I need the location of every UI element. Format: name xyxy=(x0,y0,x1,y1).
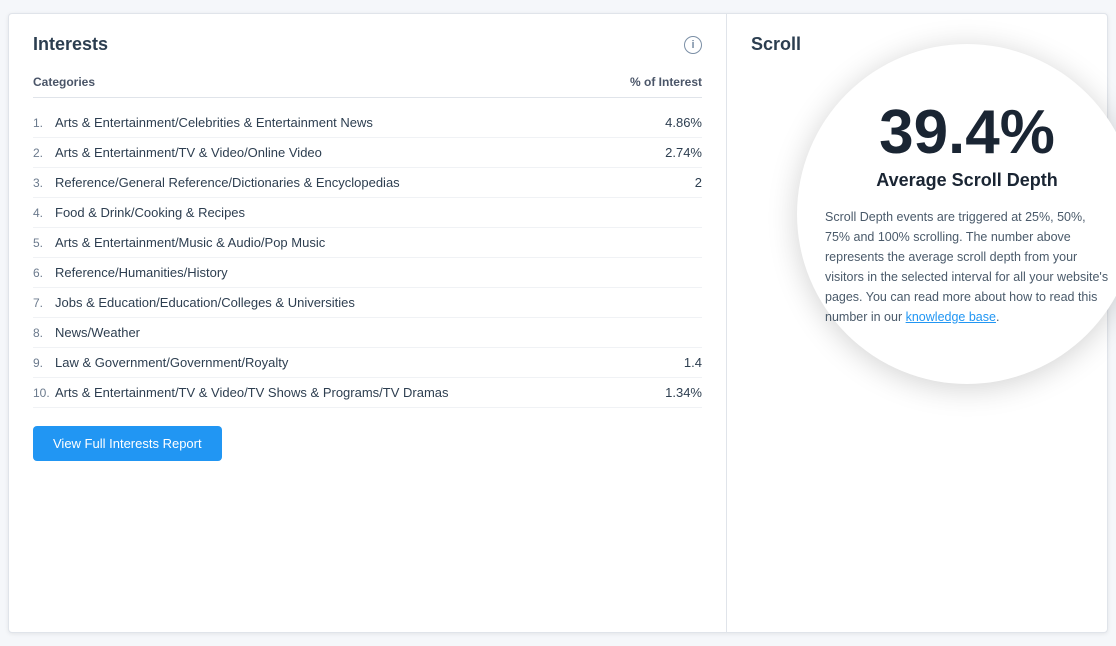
row-category-name: Reference/General Reference/Dictionaries… xyxy=(55,175,400,190)
description-text-1: Scroll Depth events are triggered at 25%… xyxy=(825,210,1108,324)
row-number: 8. xyxy=(33,326,55,340)
row-category-name: Arts & Entertainment/TV & Video/Online V… xyxy=(55,145,322,160)
row-category-name: News/Weather xyxy=(55,325,140,340)
row-number: 1. xyxy=(33,116,55,130)
interests-title: Interests xyxy=(33,34,108,55)
col-percent-header: % of Interest xyxy=(612,75,702,89)
row-category-name: Arts & Entertainment/TV & Video/TV Shows… xyxy=(55,385,449,400)
table-header: Categories % of Interest xyxy=(33,75,702,98)
scroll-panel: Scroll 39.4% Average Scroll Depth Scroll… xyxy=(727,14,1107,632)
table-row: 8. News/Weather xyxy=(33,318,702,348)
table-row: 6. Reference/Humanities/History xyxy=(33,258,702,288)
row-category-name: Arts & Entertainment/Celebrities & Enter… xyxy=(55,115,373,130)
interests-panel: Interests i Categories % of Interest 1. … xyxy=(9,14,727,632)
table-row: 3. Reference/General Reference/Dictionar… xyxy=(33,168,702,198)
row-percent: 2 xyxy=(642,175,702,190)
row-percent: 1.34% xyxy=(642,385,702,400)
row-category-name: Arts & Entertainment/Music & Audio/Pop M… xyxy=(55,235,325,250)
row-category-name: Reference/Humanities/History xyxy=(55,265,228,280)
main-container: Interests i Categories % of Interest 1. … xyxy=(8,13,1108,633)
table-row: 5. Arts & Entertainment/Music & Audio/Po… xyxy=(33,228,702,258)
average-scroll-depth-value: 39.4% xyxy=(879,102,1055,164)
interests-panel-header: Interests i xyxy=(33,34,702,55)
row-number: 9. xyxy=(33,356,55,370)
table-row: 10. Arts & Entertainment/TV & Video/TV S… xyxy=(33,378,702,408)
scroll-depth-description: Scroll Depth events are triggered at 25%… xyxy=(825,207,1109,327)
view-full-interests-report-button[interactable]: View Full Interests Report xyxy=(33,426,222,461)
interests-info-icon[interactable]: i xyxy=(684,36,702,54)
row-number: 7. xyxy=(33,296,55,310)
row-category-name: Jobs & Education/Education/Colleges & Un… xyxy=(55,295,355,310)
row-percent: 1.4 xyxy=(642,355,702,370)
knowledge-base-link[interactable]: knowledge base xyxy=(906,310,996,324)
row-category-name: Law & Government/Government/Royalty xyxy=(55,355,288,370)
description-text-2: . xyxy=(996,310,999,324)
row-percent: 2.74% xyxy=(642,145,702,160)
row-number: 6. xyxy=(33,266,55,280)
row-number: 2. xyxy=(33,146,55,160)
table-row: 1. Arts & Entertainment/Celebrities & En… xyxy=(33,108,702,138)
interests-table-body: 1. Arts & Entertainment/Celebrities & En… xyxy=(33,108,702,408)
row-category-name: Food & Drink/Cooking & Recipes xyxy=(55,205,245,220)
scroll-depth-circle: 39.4% Average Scroll Depth Scroll Depth … xyxy=(797,44,1116,384)
row-number: 10. xyxy=(33,386,55,400)
table-row: 2. Arts & Entertainment/TV & Video/Onlin… xyxy=(33,138,702,168)
table-row: 7. Jobs & Education/Education/Colleges &… xyxy=(33,288,702,318)
row-number: 4. xyxy=(33,206,55,220)
row-percent: 4.86% xyxy=(642,115,702,130)
table-row: 4. Food & Drink/Cooking & Recipes xyxy=(33,198,702,228)
average-scroll-depth-label: Average Scroll Depth xyxy=(876,170,1057,191)
table-row: 9. Law & Government/Government/Royalty 1… xyxy=(33,348,702,378)
col-category-header: Categories xyxy=(33,75,612,89)
row-number: 3. xyxy=(33,176,55,190)
row-number: 5. xyxy=(33,236,55,250)
